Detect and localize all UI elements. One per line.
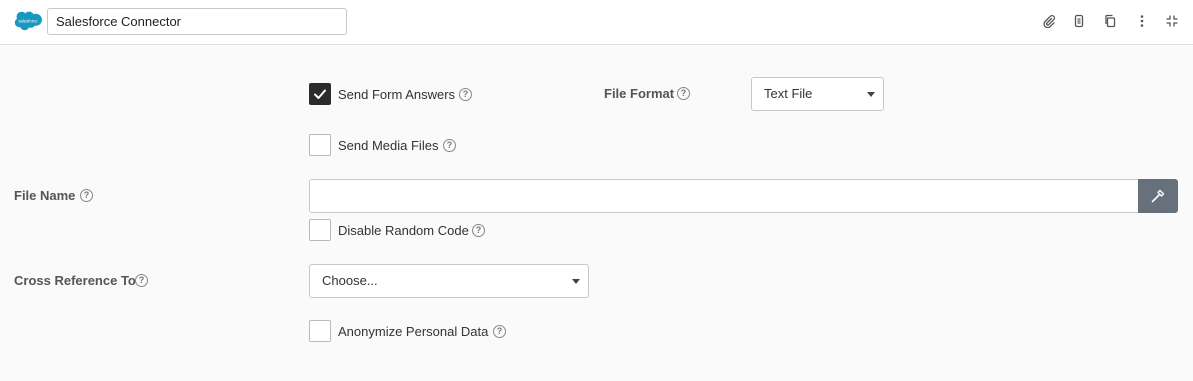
logo-wordmark: salesforce: [18, 19, 38, 24]
more-vertical-icon[interactable]: [1134, 13, 1150, 29]
help-icon[interactable]: ?: [135, 274, 148, 287]
chevron-down-icon: [867, 92, 875, 97]
file-format-value: Text File: [764, 86, 813, 101]
document-settings-icon[interactable]: [1071, 13, 1087, 29]
send-form-answers-checkbox[interactable]: [309, 83, 331, 105]
file-name-label: File Name: [14, 188, 76, 203]
help-icon[interactable]: ?: [493, 325, 506, 338]
cross-reference-value: Choose...: [322, 273, 378, 288]
file-format-label: File Format: [604, 86, 675, 101]
send-form-answers-label: Send Form Answers: [338, 87, 456, 102]
magic-wand-button[interactable]: [1138, 179, 1178, 213]
file-name-input[interactable]: [309, 179, 1138, 213]
magic-wand-icon: [1151, 189, 1165, 203]
help-icon[interactable]: ?: [459, 88, 472, 101]
help-icon[interactable]: ?: [80, 189, 93, 202]
cross-reference-select[interactable]: Choose...: [309, 264, 589, 298]
connector-name-input[interactable]: [47, 8, 347, 35]
help-icon[interactable]: ?: [443, 139, 456, 152]
disable-random-code-checkbox[interactable]: [309, 219, 331, 241]
anonymize-personal-data-checkbox[interactable]: [309, 320, 331, 342]
salesforce-logo-icon: salesforce: [14, 10, 42, 31]
cross-reference-label: Cross Reference To: [14, 273, 136, 288]
paperclip-icon[interactable]: [1041, 13, 1057, 29]
send-media-files-checkbox[interactable]: [309, 134, 331, 156]
help-icon[interactable]: ?: [677, 87, 690, 100]
send-media-files-label: Send Media Files: [338, 138, 439, 153]
help-icon[interactable]: ?: [472, 224, 485, 237]
connector-settings-panel: [0, 46, 1193, 381]
chevron-down-icon: [572, 279, 580, 284]
file-format-select[interactable]: Text File: [751, 77, 884, 111]
checkmark-icon: [314, 89, 326, 99]
collapse-icon[interactable]: [1164, 13, 1180, 29]
anonymize-personal-data-label: Anonymize Personal Data: [338, 324, 489, 339]
copy-icon[interactable]: [1102, 13, 1118, 29]
disable-random-code-label: Disable Random Code: [338, 223, 469, 238]
toolbar-header: salesforce: [0, 0, 1193, 45]
